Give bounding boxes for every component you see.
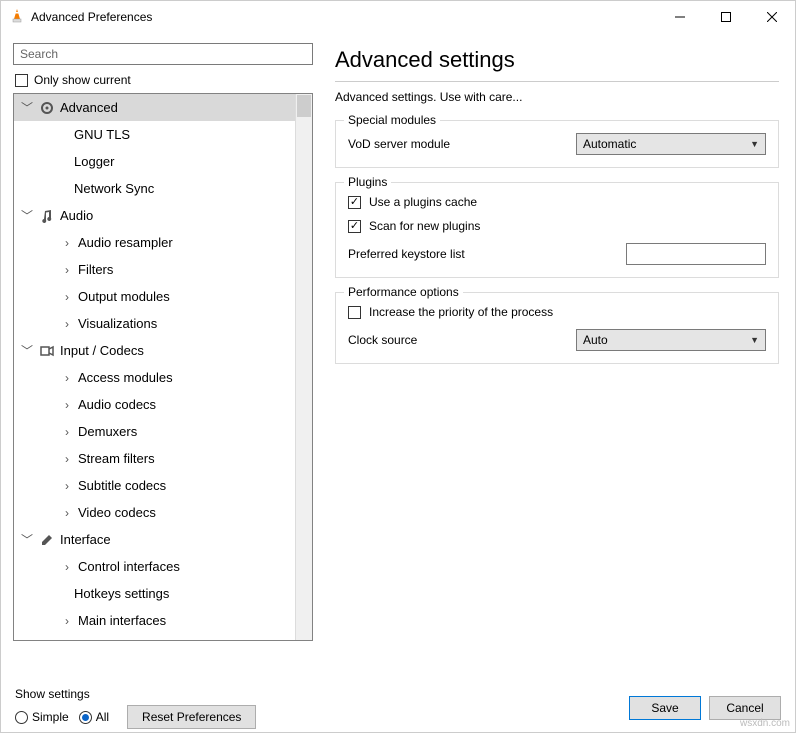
use-plugins-cache-checkbox[interactable] [348,196,361,209]
watermark: wsxdn.com [740,718,790,729]
tree-item-interface[interactable]: ﹀ Interface [14,526,295,553]
tree-item-logger[interactable]: Logger [14,148,295,175]
only-show-current-checkbox[interactable] [15,74,28,87]
clock-source-select[interactable]: Auto ▼ [576,329,766,351]
footer: Show settings Simple All Reset Preferenc… [1,678,795,732]
group-special-modules: Special modules VoD server module Automa… [335,120,779,168]
chevron-down-icon: ▼ [750,335,759,345]
tree-item-video-codecs[interactable]: ›Video codecs [14,499,295,526]
select-value: Auto [583,333,608,347]
tree-item-audio[interactable]: ﹀ Audio [14,202,295,229]
tree-item-visualizations[interactable]: ›Visualizations [14,310,295,337]
scrollbar-thumb[interactable] [297,95,311,117]
tree-item-network-sync[interactable]: Network Sync [14,175,295,202]
close-button[interactable] [749,1,795,33]
select-value: Automatic [583,137,636,151]
-tree-item-control-interfaces[interactable]: ›Control interfaces [14,553,295,580]
chevron-down-icon[interactable]: ﹀ [20,342,34,359]
chevron-right-icon[interactable]: › [60,506,74,520]
vod-server-select[interactable]: Automatic ▼ [576,133,766,155]
tree-item-access-modules[interactable]: ›Access modules [14,364,295,391]
reset-preferences-button[interactable]: Reset Preferences [127,705,256,729]
tree-item-demuxers[interactable]: ›Demuxers [14,418,295,445]
tree-item-output-modules[interactable]: ›Output modules [14,283,295,310]
tree-item-gnu-tls[interactable]: GNU TLS [14,121,295,148]
tree-label: Advanced [60,100,118,115]
chevron-right-icon[interactable]: › [60,398,74,412]
settings-panel: Advanced settings Advanced settings. Use… [319,33,795,678]
chevron-right-icon[interactable]: › [60,425,74,439]
chevron-right-icon[interactable]: › [60,236,74,250]
music-note-icon [38,208,56,224]
tree-item-hotkeys-settings[interactable]: Hotkeys settings [14,580,295,607]
titlebar: Advanced Preferences [1,1,795,33]
clock-source-label: Clock source [348,333,576,347]
chevron-down-icon[interactable]: ﹀ [20,207,34,224]
vod-label: VoD server module [348,137,576,151]
tree-item-audio-codecs[interactable]: ›Audio codecs [14,391,295,418]
chevron-right-icon[interactable]: › [60,479,74,493]
tree-item-audio-resampler[interactable]: ›Audio resampler [14,229,295,256]
chevron-right-icon[interactable]: › [60,263,74,277]
divider [335,81,779,82]
checkbox-label: Increase the priority of the process [369,305,553,319]
show-settings-label: Show settings [15,687,256,701]
group-legend: Special modules [344,113,440,127]
radio-dot [79,711,92,724]
tree-item-main-interfaces[interactable]: ›Main interfaces [14,607,295,634]
group-plugins: Plugins Use a plugins cache Scan for new… [335,182,779,278]
tree-item-advanced[interactable]: ﹀ Advanced [14,94,295,121]
chevron-right-icon[interactable]: › [60,290,74,304]
save-button[interactable]: Save [629,696,701,720]
checkbox-label: Scan for new plugins [369,219,480,233]
chevron-right-icon[interactable]: › [60,560,74,574]
chevron-right-icon[interactable]: › [60,317,74,331]
chevron-down-icon: ▼ [750,139,759,149]
group-performance: Performance options Increase the priorit… [335,292,779,364]
window-title: Advanced Preferences [31,10,152,24]
tree-view: ﹀ Advanced GNU TLS Logger Network Sync ﹀… [13,93,313,641]
keystore-input[interactable] [626,243,766,265]
maximize-button[interactable] [703,1,749,33]
tree-item-filters[interactable]: ›Filters [14,256,295,283]
tree-scrollbar[interactable] [295,94,312,640]
chevron-down-icon[interactable]: ﹀ [20,99,34,116]
keystore-label: Preferred keystore list [348,247,626,261]
left-panel: Only show current ﹀ Advanced GNU TLS Log… [1,33,319,678]
app-icon [9,8,25,27]
chevron-right-icon[interactable]: › [60,614,74,628]
only-show-current-label: Only show current [34,73,131,87]
gear-icon [38,100,56,116]
tree-item-input-codecs[interactable]: ﹀ Input / Codecs [14,337,295,364]
brush-icon [38,532,56,548]
radio-all[interactable]: All [79,710,109,724]
scan-new-plugins-checkbox[interactable] [348,220,361,233]
radio-label: All [96,710,109,724]
tree-item-stream-filters[interactable]: ›Stream filters [14,445,295,472]
search-input[interactable] [13,43,313,65]
chevron-right-icon[interactable]: › [60,452,74,466]
checkbox-label: Use a plugins cache [369,195,477,209]
tree-item-subtitle-codecs[interactable]: ›Subtitle codecs [14,472,295,499]
group-legend: Plugins [344,175,391,189]
codec-icon [38,343,56,359]
panel-subtext: Advanced settings. Use with care... [335,90,779,104]
increase-priority-checkbox[interactable] [348,306,361,319]
radio-dot [15,711,28,724]
cancel-button[interactable]: Cancel [709,696,781,720]
chevron-right-icon[interactable]: › [60,371,74,385]
radio-simple[interactable]: Simple [15,710,69,724]
panel-heading: Advanced settings [335,47,779,73]
group-legend: Performance options [344,285,463,299]
radio-label: Simple [32,710,69,724]
minimize-button[interactable] [657,1,703,33]
chevron-down-icon[interactable]: ﹀ [20,531,34,548]
